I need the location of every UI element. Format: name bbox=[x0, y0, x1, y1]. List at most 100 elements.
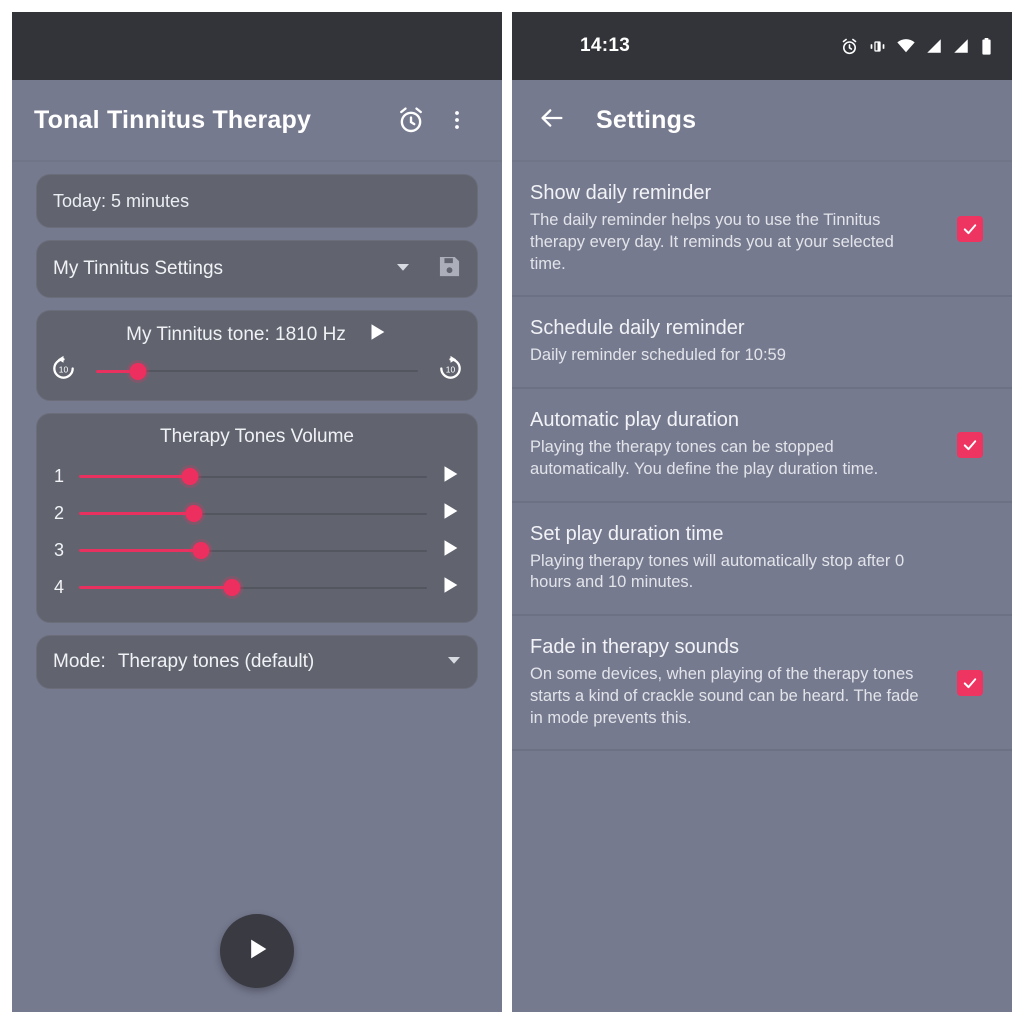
volume-row-number: 1 bbox=[53, 466, 64, 486]
replay-10-icon[interactable]: 10 bbox=[49, 354, 78, 388]
settings-row-title: Fade in therapy sounds bbox=[530, 636, 740, 659]
tone-label: My Tinnitus tone: 1810 Hz bbox=[126, 323, 346, 345]
settings-row-texts: Fade in therapy sounds On some devices, w… bbox=[530, 636, 944, 729]
settings-row-title: Schedule daily reminder bbox=[530, 317, 745, 340]
settings-row[interactable]: Automatic play duration Playing the thera… bbox=[512, 389, 1012, 503]
volume-slider[interactable] bbox=[79, 466, 427, 488]
right-phone-screen: 14:13 Settings Show daily reminder The d… bbox=[512, 12, 1012, 1012]
settings-row-title: Show daily reminder bbox=[530, 182, 712, 204]
settings-list: Show daily reminder The daily reminder he… bbox=[512, 162, 1012, 752]
settings-row-checkbox-slot bbox=[944, 545, 996, 571]
play-icon[interactable] bbox=[439, 537, 461, 564]
signal-icon bbox=[952, 37, 970, 55]
settings-row-title: Automatic play duration bbox=[530, 409, 740, 432]
left-phone-screen: Tonal Tinnitus Therapy Today: 5 minutes bbox=[12, 12, 502, 1012]
volume-slider[interactable] bbox=[79, 503, 427, 525]
vibrate-icon bbox=[868, 37, 887, 56]
settings-row[interactable]: Show daily reminder The daily reminder he… bbox=[512, 162, 1012, 298]
page-title: Settings bbox=[596, 105, 697, 134]
right-status-bar: 14:13 bbox=[512, 12, 1012, 80]
app-title: Tonal Tinnitus Therapy bbox=[34, 105, 312, 134]
play-icon[interactable] bbox=[439, 463, 461, 490]
preset-selector-card[interactable]: My Tinnitus Settings bbox=[36, 240, 478, 298]
chevron-down-icon[interactable] bbox=[445, 651, 463, 674]
settings-row-subtitle: The daily reminder helps you to use the … bbox=[530, 211, 894, 273]
slider-thumb[interactable] bbox=[185, 505, 203, 522]
svg-text:10: 10 bbox=[446, 365, 456, 375]
slider-fill bbox=[79, 475, 191, 478]
tinnitus-tone-card: My Tinnitus tone: 1810 Hz 10 10 bbox=[36, 310, 478, 401]
settings-row-title: Set play duration time bbox=[530, 522, 724, 545]
settings-app-bar: Settings bbox=[512, 80, 1012, 160]
checkbox[interactable] bbox=[957, 431, 983, 458]
dual-screenshot: Tonal Tinnitus Therapy Today: 5 minutes bbox=[0, 0, 1024, 1024]
play-icon[interactable] bbox=[439, 500, 461, 527]
tone-slider-track[interactable] bbox=[96, 360, 418, 382]
play-icon[interactable] bbox=[439, 574, 461, 601]
slider-thumb[interactable] bbox=[181, 468, 199, 485]
signal-icon bbox=[925, 37, 943, 55]
checkbox[interactable] bbox=[957, 215, 983, 242]
settings-row-texts: Show daily reminder The daily reminder he… bbox=[530, 182, 944, 275]
settings-row[interactable]: Schedule daily reminder Daily reminder sc… bbox=[512, 297, 1012, 390]
play-fab-button[interactable] bbox=[220, 914, 294, 988]
settings-row-checkbox-slot bbox=[944, 215, 996, 242]
settings-row[interactable]: Fade in therapy sounds On some devices, w… bbox=[512, 616, 1012, 752]
volume-slider-track[interactable] bbox=[79, 540, 427, 562]
volume-row-number: 3 bbox=[53, 540, 64, 560]
save-floppy-icon[interactable] bbox=[436, 253, 463, 285]
arrow-back-icon[interactable] bbox=[538, 104, 566, 137]
alarm-icon bbox=[840, 37, 859, 56]
therapy-tones-volume-card: Therapy Tones Volume 1 2 3 4 bbox=[36, 413, 478, 623]
chevron-down-icon[interactable] bbox=[394, 258, 412, 281]
mode-selector-card[interactable]: Mode: Therapy tones (default) bbox=[36, 635, 478, 689]
volume-row-number: 2 bbox=[53, 503, 64, 523]
mode-value: Therapy tones (default) bbox=[117, 651, 315, 672]
settings-row-subtitle: Daily reminder scheduled for 10:59 bbox=[530, 346, 786, 365]
slider-fill bbox=[79, 549, 201, 552]
status-bar-icons bbox=[840, 36, 994, 56]
settings-row-checkbox-slot bbox=[944, 329, 996, 355]
volume-row: 4 bbox=[37, 569, 477, 606]
volume-rows: 1 2 3 4 bbox=[37, 458, 477, 606]
appbar-divider bbox=[12, 160, 502, 162]
checkbox[interactable] bbox=[957, 669, 983, 696]
volume-slider-track[interactable] bbox=[79, 503, 427, 525]
left-content: Today: 5 minutes My Tinnitus Settings My… bbox=[12, 162, 502, 689]
play-icon[interactable] bbox=[366, 321, 388, 348]
settings-row-texts: Automatic play duration Playing the thera… bbox=[530, 409, 944, 481]
alarm-icon[interactable] bbox=[388, 97, 434, 143]
play-icon bbox=[243, 935, 271, 968]
tone-slider-row: 10 10 bbox=[37, 354, 477, 390]
volume-row: 1 bbox=[37, 458, 477, 495]
volume-slider[interactable] bbox=[79, 540, 427, 562]
today-summary-card[interactable]: Today: 5 minutes bbox=[36, 174, 478, 228]
slider-thumb[interactable] bbox=[192, 542, 210, 559]
mode-label: Mode: bbox=[53, 651, 106, 672]
settings-row-subtitle: Playing the therapy tones can be stopped… bbox=[530, 438, 879, 478]
left-app-bar: Tonal Tinnitus Therapy bbox=[12, 80, 502, 160]
preset-name: My Tinnitus Settings bbox=[53, 258, 224, 279]
battery-icon bbox=[979, 37, 994, 56]
volume-slider[interactable] bbox=[79, 577, 427, 599]
wifi-icon bbox=[896, 36, 916, 56]
status-bar-clock: 14:13 bbox=[580, 35, 631, 56]
slider-thumb[interactable] bbox=[129, 362, 147, 380]
today-summary-text: Today: 5 minutes bbox=[53, 190, 190, 211]
slider-thumb[interactable] bbox=[223, 579, 241, 596]
settings-row-checkbox-slot bbox=[944, 669, 996, 696]
settings-appbar-divider bbox=[512, 160, 1012, 162]
settings-row-subtitle: Playing therapy tones will automatically… bbox=[530, 551, 905, 592]
settings-row-texts: Set play duration time Playing therapy to… bbox=[530, 523, 944, 595]
tone-slider[interactable] bbox=[88, 360, 426, 382]
volume-card-title: Therapy Tones Volume bbox=[160, 426, 354, 447]
volume-row-number: 4 bbox=[53, 577, 64, 597]
volume-slider-track[interactable] bbox=[79, 577, 427, 599]
forward-10-icon[interactable]: 10 bbox=[436, 354, 465, 388]
more-vertical-icon[interactable] bbox=[434, 97, 480, 143]
svg-text:10: 10 bbox=[59, 365, 69, 375]
volume-slider-track[interactable] bbox=[79, 466, 427, 488]
settings-row-checkbox-slot bbox=[944, 431, 996, 458]
settings-row[interactable]: Set play duration time Playing therapy to… bbox=[512, 503, 1012, 617]
settings-row-texts: Schedule daily reminder Daily reminder sc… bbox=[530, 317, 944, 367]
